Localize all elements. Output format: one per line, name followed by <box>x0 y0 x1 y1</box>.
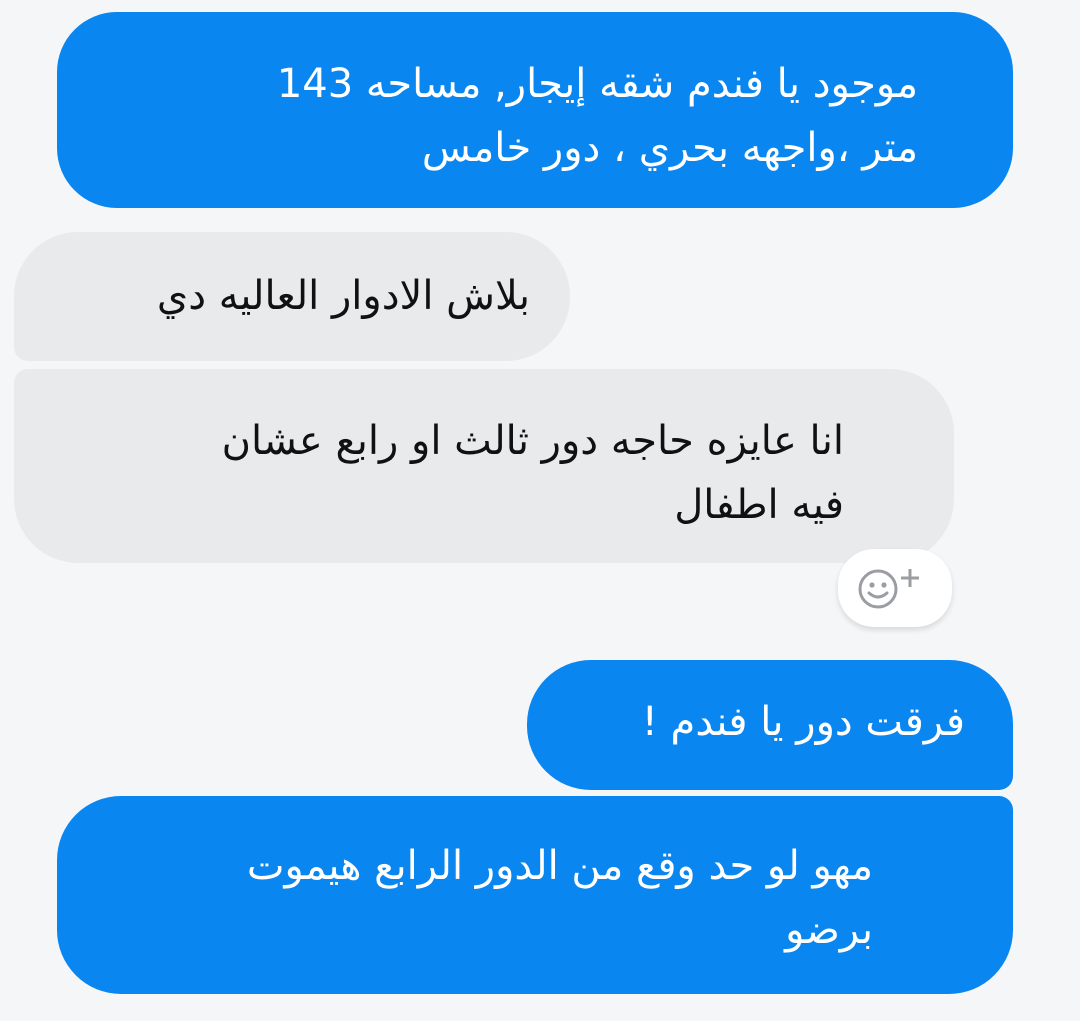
message-bubble-sent[interactable]: موجود يا فندم شقه إيجار, مساحه 143 متر ،… <box>57 12 1013 208</box>
add-reaction-icon <box>858 569 919 609</box>
add-reaction-button[interactable] <box>838 549 952 627</box>
message-bubble-received[interactable]: انا عايزه حاجه دور ثالث او رابع عشان فيه… <box>14 369 954 563</box>
message-bubble-sent[interactable]: فرقت دور يا فندم ! <box>527 660 1013 790</box>
message-bubble-received[interactable]: بلاش الادوار العاليه دي <box>14 232 570 361</box>
message-bubble-sent[interactable]: مهو لو حد وقع من الدور الرابع هيموت برضو <box>57 796 1013 994</box>
